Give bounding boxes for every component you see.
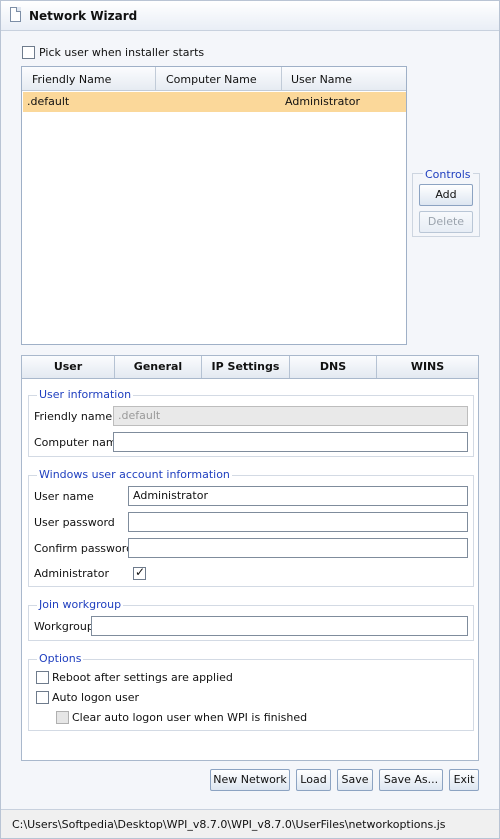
clear-auto-logon-label: Clear auto logon user when WPI is finish… (72, 711, 308, 724)
pick-user-label: Pick user when installer starts (39, 46, 205, 59)
tab-dns[interactable]: DNS (290, 356, 376, 378)
load-button[interactable]: Load (296, 769, 331, 791)
computer-name-field[interactable] (113, 432, 468, 452)
new-network-button[interactable]: New Network (210, 769, 290, 791)
tab-ip-settings[interactable]: IP Settings (202, 356, 289, 378)
workgroup-field[interactable] (91, 616, 468, 636)
user-name-field[interactable]: Administrator (128, 486, 468, 506)
tab-general[interactable]: General (115, 356, 201, 378)
table-row[interactable]: .default Administrator (23, 92, 406, 112)
add-button[interactable]: Add (419, 184, 473, 206)
status-path: C:\Users\Softpedia\Desktop\WPI_v8.7.0\WP… (12, 818, 446, 831)
auto-logon-checkbox[interactable] (36, 691, 49, 704)
users-table: Friendly Name Computer Name User Name .d… (21, 66, 407, 345)
user-tab-panel: User information Friendly name .default … (21, 379, 479, 761)
confirm-password-field[interactable] (128, 538, 468, 558)
friendly-name-field[interactable]: .default (113, 406, 468, 426)
cell-friendly-name: .default (27, 95, 70, 108)
column-header-user-name[interactable]: User Name (291, 73, 352, 86)
friendly-name-label: Friendly name (34, 410, 113, 423)
options-group: Options Reboot after settings are applie… (28, 652, 474, 731)
user-password-field[interactable] (128, 512, 468, 532)
join-workgroup-legend: Join workgroup (37, 598, 124, 611)
user-information-group: User information Friendly name .default … (28, 388, 474, 457)
administrator-label: Administrator (34, 567, 109, 580)
controls-legend: Controls (423, 168, 473, 181)
clear-auto-logon-checkbox[interactable] (56, 711, 69, 724)
title-bar: Network Wizard (1, 1, 499, 31)
computer-name-label: Computer name (34, 436, 124, 449)
column-header-computer-name[interactable]: Computer Name (166, 73, 257, 86)
user-password-label: User password (34, 516, 115, 529)
status-bar: C:\Users\Softpedia\Desktop\WPI_v8.7.0\WP… (1, 809, 499, 838)
save-button[interactable]: Save (337, 769, 373, 791)
tab-user[interactable]: User (22, 356, 114, 378)
user-information-legend: User information (37, 388, 134, 401)
users-table-header: Friendly Name Computer Name User Name (22, 67, 406, 91)
column-divider[interactable] (155, 67, 156, 91)
column-divider[interactable] (281, 67, 282, 91)
administrator-checkbox[interactable] (133, 565, 146, 580)
controls-group: Controls Add Delete (412, 168, 480, 237)
tab-bar: User General IP Settings DNS WINS (21, 355, 479, 379)
confirm-password-label: Confirm password (34, 542, 134, 555)
save-as-button[interactable]: Save As... (379, 769, 443, 791)
column-header-friendly-name[interactable]: Friendly Name (32, 73, 111, 86)
delete-button[interactable]: Delete (419, 211, 473, 233)
account-information-legend: Windows user account information (37, 468, 232, 481)
reboot-checkbox[interactable] (36, 671, 49, 684)
window-title: Network Wizard (29, 9, 138, 23)
account-information-group: Windows user account information User na… (28, 468, 474, 587)
exit-button[interactable]: Exit (449, 769, 479, 791)
pick-user-checkbox[interactable] (22, 46, 35, 59)
options-legend: Options (37, 652, 84, 665)
document-icon (10, 7, 21, 22)
tab-wins[interactable]: WINS (377, 356, 478, 378)
network-wizard-window: Network Wizard Pick user when installer … (0, 0, 500, 839)
workgroup-label: Workgroup (34, 620, 94, 633)
auto-logon-label: Auto logon user (52, 691, 139, 704)
user-name-label: User name (34, 490, 94, 503)
cell-user-name: Administrator (285, 95, 360, 108)
reboot-label: Reboot after settings are applied (52, 671, 233, 684)
join-workgroup-group: Join workgroup Workgroup (28, 598, 474, 641)
